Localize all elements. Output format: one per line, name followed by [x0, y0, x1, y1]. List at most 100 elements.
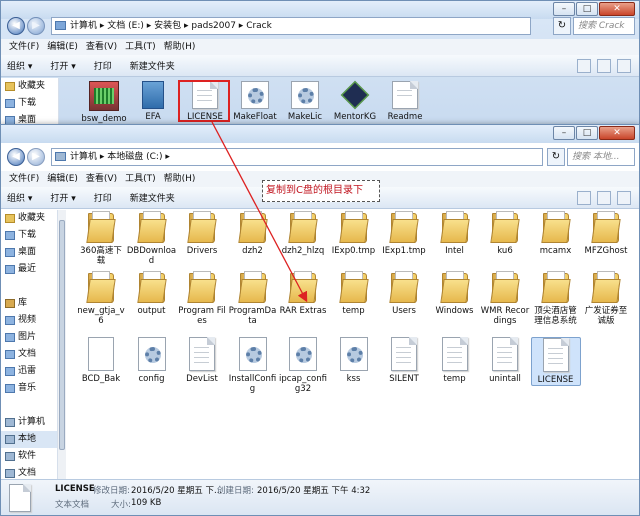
nav-item-downloads[interactable]: 下载 [1, 95, 58, 112]
forward-nav-icon[interactable]: ▶ [27, 148, 45, 166]
folder-item[interactable]: new_gtja_v6 [76, 269, 126, 326]
file-item[interactable]: Readme [380, 81, 430, 122]
nav-item-software-drive[interactable]: 软件 [1, 448, 60, 465]
refresh-icon[interactable]: ↻ [553, 17, 571, 35]
nav-item-music[interactable]: 音乐 [1, 380, 60, 397]
menu-tools[interactable]: 工具(T) [125, 171, 156, 187]
file-item[interactable]: kss [329, 337, 379, 384]
file-item[interactable]: InstallConfig [228, 337, 278, 394]
menu-view[interactable]: 查看(V) [86, 171, 117, 187]
folder-item[interactable]: IExp0.tmp [329, 209, 379, 256]
file-item[interactable]: MakeFloat [230, 81, 280, 122]
nav-scrollbar[interactable] [57, 210, 66, 480]
folder-item[interactable]: Program Files [177, 269, 227, 326]
back-address-bar[interactable]: 计算机 ▸ 文档 (E:) ▸ 安装包 ▸ pads2007 ▸ Crack [51, 17, 531, 35]
file-item[interactable]: MentorKG [330, 80, 380, 122]
nav-item-favorites[interactable]: 收藏夹 [1, 210, 60, 227]
folder-item[interactable]: MFZGhost [581, 209, 631, 256]
file-item[interactable]: EFA [128, 81, 178, 122]
file-item[interactable]: BCD_Bak [76, 337, 126, 384]
preview-pane-icon[interactable] [597, 191, 611, 205]
organize-button[interactable]: 组织 ▾ [7, 59, 32, 72]
folder-item[interactable]: 360高速下载 [76, 209, 126, 266]
folder-item[interactable]: dzh2_hlzq [278, 209, 328, 256]
file-item[interactable]: unintall [480, 337, 530, 384]
folder-item[interactable]: DBDownload [127, 209, 177, 266]
view-icon[interactable] [577, 59, 591, 73]
nav-item-libraries[interactable]: 库 [1, 295, 60, 312]
crumb[interactable]: 计算机 [70, 152, 97, 162]
nav-item-downloads[interactable]: 下载 [1, 227, 60, 244]
folder-item[interactable]: mcamx [531, 209, 581, 256]
back-nav-icon[interactable]: ◀ [7, 17, 25, 35]
file-item[interactable]: LICENSE [530, 337, 581, 386]
close-button[interactable]: ✕ [599, 126, 635, 140]
back-nav-icon[interactable]: ◀ [7, 148, 25, 166]
nav-item-docs-drive[interactable]: 文档 [1, 465, 60, 480]
menu-help[interactable]: 帮助(H) [164, 171, 196, 187]
new-folder-button[interactable]: 新建文件夹 [130, 59, 175, 72]
nav-item-computer[interactable]: 计算机 [1, 414, 60, 431]
nav-item-recent[interactable]: 最近 [1, 261, 60, 278]
front-search-input[interactable]: 搜索 本地... [567, 148, 635, 166]
nav-item-local-disk[interactable]: 本地 [1, 431, 60, 448]
menu-file[interactable]: 文件(F) [9, 171, 39, 187]
new-folder-button[interactable]: 新建文件夹 [130, 191, 175, 204]
file-item[interactable]: temp [430, 337, 480, 384]
preview-pane-icon[interactable] [597, 59, 611, 73]
menu-tools[interactable]: 工具(T) [125, 39, 156, 55]
nav-item-pictures[interactable]: 图片 [1, 329, 60, 346]
menu-edit[interactable]: 编辑(E) [47, 171, 78, 187]
crumb[interactable]: pads2007 [191, 21, 236, 31]
folder-item[interactable]: Drivers [177, 209, 227, 256]
folder-item[interactable]: 广发证券至诚版 [581, 269, 631, 326]
front-address-bar[interactable]: 计算机 ▸ 本地磁盘 (C:) ▸ [51, 148, 543, 166]
folder-item[interactable]: IExp1.tmp [379, 209, 429, 256]
minimize-button[interactable]: – [553, 126, 575, 140]
maximize-button[interactable]: □ [576, 126, 598, 140]
file-item[interactable]: MakeLic [280, 81, 330, 122]
folder-item[interactable]: dzh2 [228, 209, 278, 256]
nav-item-desktop[interactable]: 桌面 [1, 244, 60, 261]
status-modified: 2016/5/20 星期五 下... [131, 486, 223, 496]
back-search-input[interactable]: 搜索 Crack [573, 17, 635, 35]
file-item[interactable]: ipcap_config32 [278, 337, 328, 394]
folder-item[interactable]: ku6 [480, 209, 530, 256]
open-button[interactable]: 打开 ▾ [50, 59, 75, 72]
menu-help[interactable]: 帮助(H) [164, 39, 196, 55]
crumb[interactable]: Crack [246, 21, 272, 31]
folder-item[interactable]: ProgramData [228, 269, 278, 326]
print-button[interactable]: 打印 [94, 59, 112, 72]
view-icon[interactable] [577, 191, 591, 205]
forward-nav-icon[interactable]: ▶ [27, 17, 45, 35]
nav-item-thunder[interactable]: 迅雷 [1, 363, 60, 380]
nav-item-favorites[interactable]: 收藏夹 [1, 78, 58, 95]
organize-button[interactable]: 组织 ▾ [7, 191, 32, 204]
menu-edit[interactable]: 编辑(E) [47, 39, 78, 55]
crumb[interactable]: 本地磁盘 (C:) [107, 152, 162, 162]
folder-item[interactable]: output [127, 269, 177, 316]
open-button[interactable]: 打开 ▾ [50, 191, 75, 204]
folder-item[interactable]: RAR Extras [278, 269, 328, 316]
menu-file[interactable]: 文件(F) [9, 39, 39, 55]
help-icon[interactable] [617, 191, 631, 205]
folder-item[interactable]: Windows [430, 269, 480, 316]
file-item[interactable]: config [127, 337, 177, 384]
crumb[interactable]: 计算机 [70, 21, 97, 31]
menu-view[interactable]: 查看(V) [86, 39, 117, 55]
nav-item-documents[interactable]: 文档 [1, 346, 60, 363]
refresh-icon[interactable]: ↻ [547, 148, 565, 166]
folder-item[interactable]: Intel [430, 209, 480, 256]
file-item[interactable]: DevList [177, 337, 227, 384]
crumb[interactable]: 文档 (E:) [107, 21, 144, 31]
folder-item[interactable]: 顶尖酒店管理信息系统 [531, 269, 581, 326]
print-button[interactable]: 打印 [94, 191, 112, 204]
folder-item[interactable]: Users [379, 269, 429, 316]
crumb[interactable]: 安装包 [154, 21, 181, 31]
scrollbar-thumb[interactable] [59, 220, 65, 450]
folder-item[interactable]: WMR Recordings [480, 269, 530, 326]
folder-item[interactable]: temp [329, 269, 379, 316]
nav-item-videos[interactable]: 视频 [1, 312, 60, 329]
help-icon[interactable] [617, 59, 631, 73]
file-item[interactable]: SILENT [379, 337, 429, 384]
